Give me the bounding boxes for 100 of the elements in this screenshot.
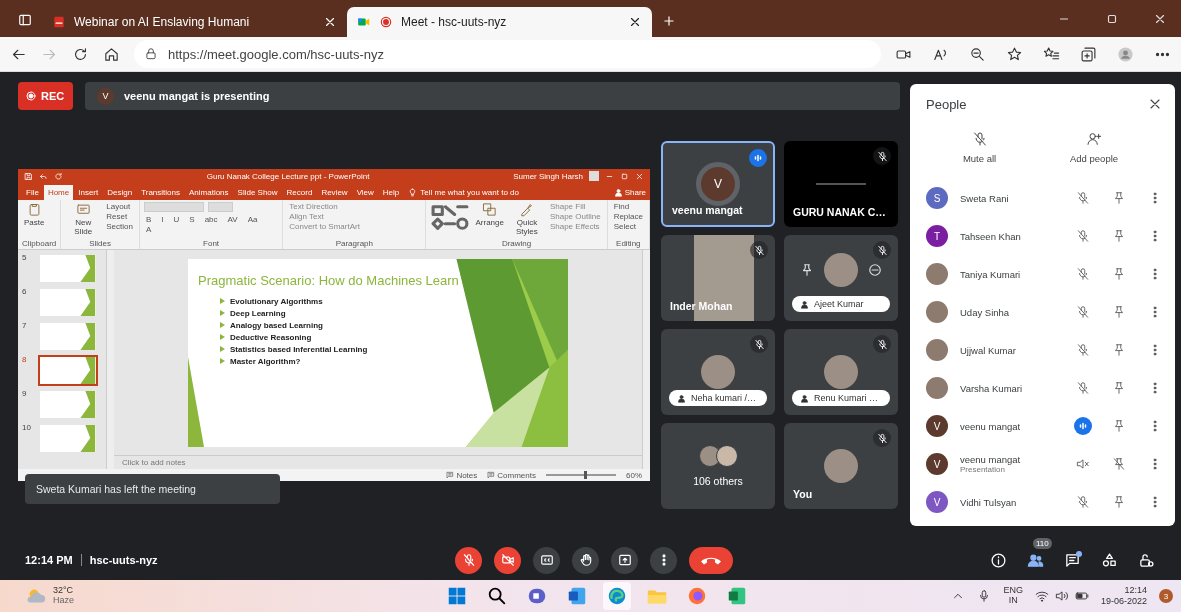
- mic-off-icon[interactable]: [1076, 495, 1090, 509]
- star-icon[interactable]: [1006, 45, 1023, 63]
- participant-tile[interactable]: V veenu mangat: [661, 141, 775, 227]
- mic-off-icon[interactable]: [1076, 229, 1090, 243]
- participant-tile[interactable]: GURU NANAK C…: [784, 141, 898, 227]
- clock[interactable]: 12:14 19-06-2022: [1100, 585, 1147, 607]
- action-button[interactable]: Mute all: [956, 130, 1003, 165]
- ribbon-tab[interactable]: Record: [282, 185, 317, 200]
- collections-icon[interactable]: [1080, 45, 1097, 63]
- ribbon-tab[interactable]: View: [352, 185, 378, 200]
- format-button[interactable]: I: [159, 215, 166, 224]
- ribbon-button[interactable]: Quick Styles: [508, 202, 545, 236]
- pin-icon[interactable]: [1112, 191, 1126, 205]
- ribbon-tab[interactable]: Slide Show: [233, 185, 282, 200]
- participant-tile[interactable]: Renu Kumari …: [784, 329, 898, 415]
- pin-icon[interactable]: [1112, 305, 1126, 319]
- participant-tile[interactable]: Neha kumari /…: [661, 329, 775, 415]
- format-button[interactable]: AV: [225, 215, 240, 224]
- format-button[interactable]: Aa: [245, 215, 260, 224]
- speaker-icon[interactable]: [1054, 589, 1069, 603]
- pin-icon[interactable]: [1112, 495, 1126, 509]
- host-controls-button[interactable]: [1138, 551, 1155, 569]
- ribbon-tab[interactable]: Design: [103, 185, 137, 200]
- ribbon-button[interactable]: Find: [611, 202, 645, 211]
- microphone-button[interactable]: [455, 546, 482, 574]
- mic-off-icon[interactable]: [1076, 343, 1090, 357]
- ribbon-tab[interactable]: Help: [378, 185, 404, 200]
- raise-hand-button[interactable]: [572, 546, 599, 574]
- ribbon-button[interactable]: Select: [611, 222, 645, 231]
- address-field[interactable]: https://meet.google.com/hsc-uuts-nyz: [134, 40, 881, 68]
- info-button[interactable]: [990, 551, 1007, 569]
- pin-icon[interactable]: [1112, 229, 1126, 243]
- more-button[interactable]: [650, 546, 677, 574]
- lock-icon[interactable]: [144, 47, 158, 61]
- pin-icon[interactable]: [800, 263, 814, 277]
- zoom-out-icon[interactable]: [969, 45, 986, 63]
- close-icon[interactable]: [628, 15, 642, 29]
- captions-button[interactable]: [533, 546, 560, 574]
- ribbon-button[interactable]: Paste: [22, 202, 47, 227]
- font-size-field[interactable]: [207, 202, 233, 212]
- participant-tile[interactable]: You: [784, 423, 898, 509]
- remove-icon[interactable]: [868, 263, 882, 277]
- leave-call-button[interactable]: [689, 546, 733, 574]
- ribbon-button[interactable]: Replace: [611, 212, 645, 221]
- undo-icon[interactable]: [39, 171, 48, 181]
- status-button[interactable]: Notes: [446, 470, 478, 480]
- pin-icon[interactable]: [1112, 419, 1126, 433]
- profile-icon[interactable]: [1117, 45, 1134, 63]
- battery-icon[interactable]: [1074, 589, 1089, 603]
- taskbar-app[interactable]: [603, 582, 631, 610]
- action-button[interactable]: Add people: [1064, 130, 1125, 165]
- ribbon-tab[interactable]: Home: [43, 185, 74, 200]
- mic-off-icon[interactable]: [1076, 191, 1090, 205]
- slider-thumb[interactable]: [584, 471, 588, 479]
- chat-button[interactable]: [1064, 551, 1081, 569]
- participant-tile[interactable]: Ajeet Kumar: [784, 235, 898, 321]
- mic-off-icon[interactable]: [1076, 267, 1090, 281]
- ribbon-button[interactable]: New Slide: [65, 202, 102, 236]
- browser-tab[interactable]: Webinar on AI Enslaving Humani: [42, 7, 347, 37]
- tell-me-field[interactable]: Tell me what you want to do: [420, 188, 519, 197]
- ribbon-button[interactable]: Section: [104, 222, 135, 231]
- format-button[interactable]: A: [143, 225, 154, 234]
- save-icon[interactable]: [24, 171, 33, 181]
- new-tab-icon[interactable]: [662, 14, 676, 28]
- reload-icon[interactable]: [72, 45, 89, 63]
- tab-actions-icon[interactable]: [18, 13, 32, 27]
- share-button[interactable]: Share: [624, 188, 646, 197]
- close-icon[interactable]: [1153, 12, 1167, 26]
- ribbon-tab[interactable]: Insert: [74, 185, 103, 200]
- format-button[interactable]: abc: [202, 215, 220, 224]
- ribbon-button[interactable]: Arrange: [473, 202, 506, 227]
- status-button[interactable]: Comments: [487, 470, 536, 480]
- language-button[interactable]: ENG IN: [1003, 586, 1023, 606]
- slide-thumbnail[interactable]: [38, 355, 98, 386]
- notification-badge[interactable]: 3: [1159, 589, 1173, 603]
- camera-button[interactable]: [494, 546, 521, 574]
- wifi-icon[interactable]: [1034, 589, 1049, 603]
- ribbon-button[interactable]: Layout: [104, 202, 135, 211]
- browser-tab[interactable]: Meet - hsc-uuts-nyz: [347, 7, 652, 37]
- present-button[interactable]: [611, 546, 638, 574]
- format-button[interactable]: B: [143, 215, 154, 224]
- ribbon-tab[interactable]: Review: [317, 185, 352, 200]
- shape-gallery-icon[interactable]: [430, 202, 471, 230]
- mic-off-icon[interactable]: [1076, 381, 1090, 395]
- ribbon-tab[interactable]: File: [22, 185, 43, 200]
- pin-icon[interactable]: [1112, 267, 1126, 281]
- format-button[interactable]: S: [187, 215, 197, 224]
- ribbon-tab[interactable]: Transitions: [137, 185, 184, 200]
- participant-tile[interactable]: 106 others: [661, 423, 775, 509]
- redo-icon[interactable]: [54, 171, 63, 181]
- ribbon-button[interactable]: Shape Outline: [547, 212, 603, 221]
- font-name-field[interactable]: [143, 202, 204, 212]
- maximize-icon[interactable]: [1105, 12, 1119, 26]
- pin-icon[interactable]: [1112, 343, 1126, 357]
- activities-button[interactable]: [1101, 551, 1118, 569]
- ribbon-button[interactable]: Reset: [104, 212, 135, 221]
- format-button[interactable]: U: [171, 215, 182, 224]
- ribbon-tab[interactable]: Animations: [185, 185, 233, 200]
- close-icon[interactable]: [323, 15, 337, 29]
- home-icon[interactable]: [103, 45, 120, 63]
